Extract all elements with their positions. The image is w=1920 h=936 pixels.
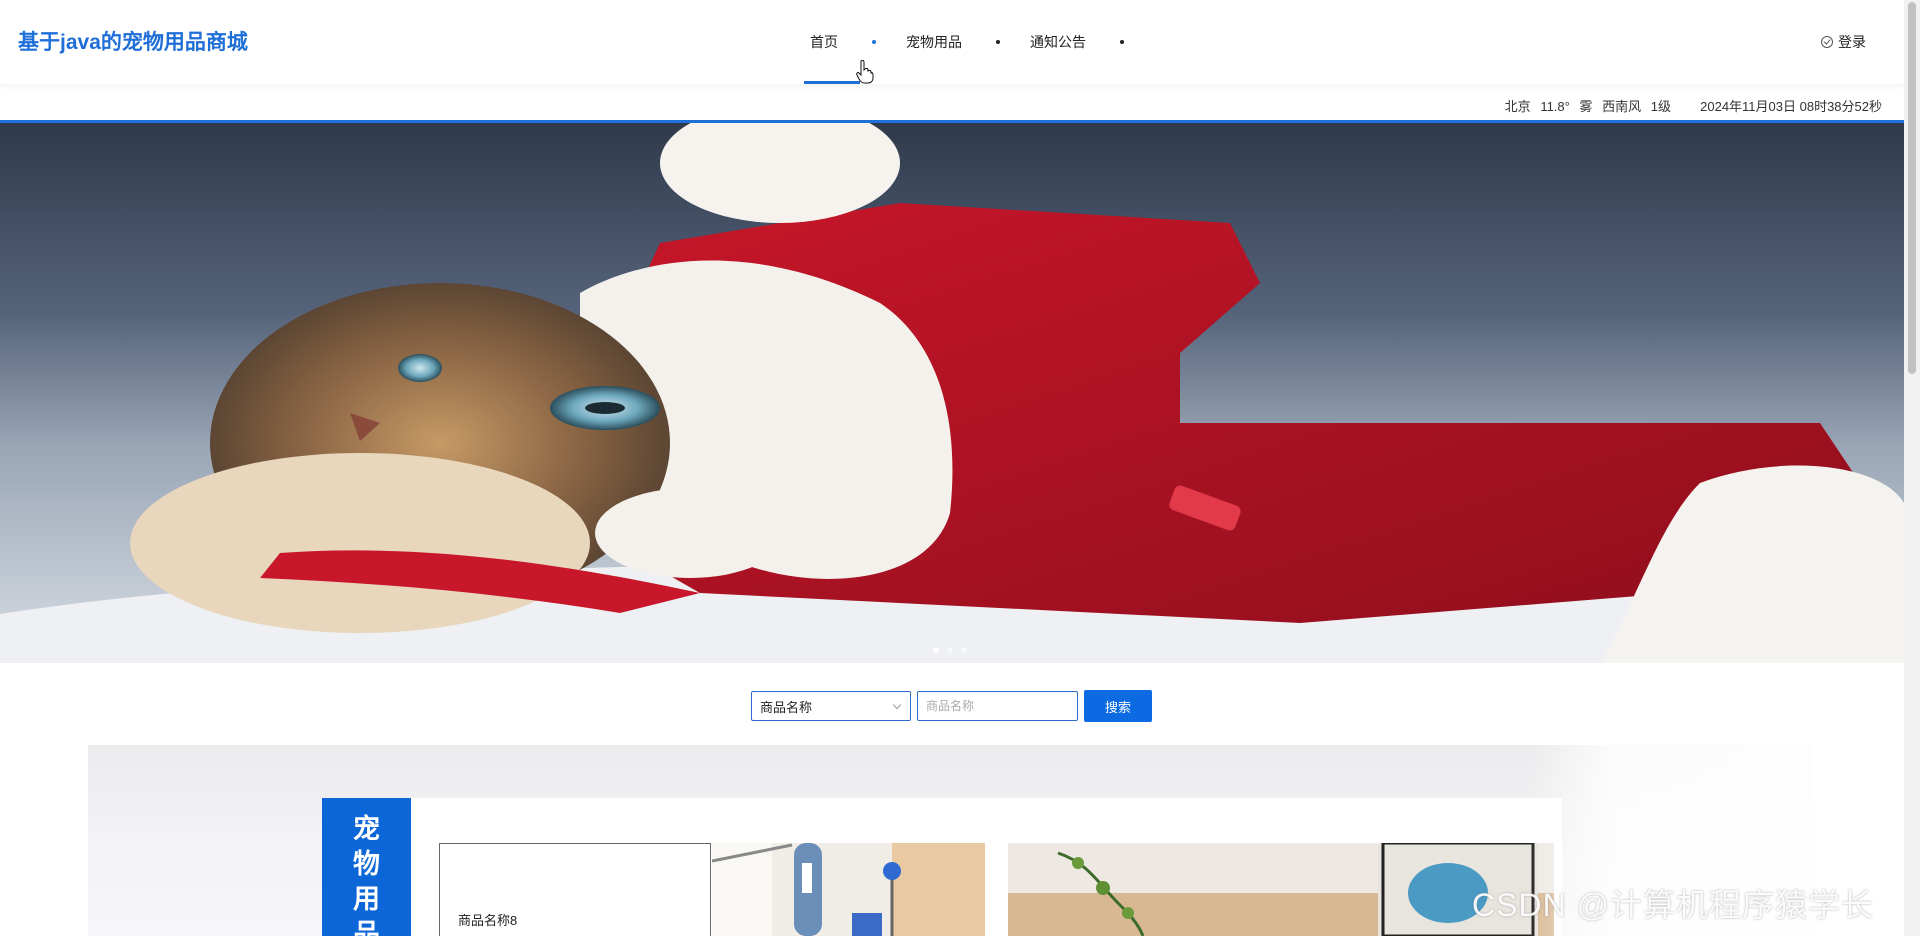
nav-item-pet-supplies[interactable]: 宠物用品: [896, 0, 972, 84]
weather-condition: 雾: [1579, 99, 1593, 114]
login-label: 登录: [1838, 34, 1866, 50]
scrollbar-thumb[interactable]: [1908, 2, 1916, 374]
chevron-down-icon: [892, 700, 902, 710]
weather-widget: 北京 11.8° 雾 西南风 1级: [1499, 96, 1671, 115]
search-button[interactable]: 搜索: [1084, 690, 1152, 722]
product-photo: [712, 843, 985, 936]
main-nav: 首页 宠物用品 通知公告: [800, 0, 1144, 84]
nav-item-notices[interactable]: 通知公告: [1020, 0, 1096, 84]
nav-separator-dot: [996, 40, 1000, 44]
nav-item-label: 首页: [810, 34, 838, 50]
page: 基于java的宠物用品商城 首页 宠物用品 通知公告 登录 北京 11.8° 雾…: [0, 0, 1920, 936]
carousel-indicators: [933, 647, 967, 653]
nav-separator-dot: [872, 40, 876, 44]
nav-item-label: 宠物用品: [906, 34, 962, 50]
product-name: 商品名称8: [458, 913, 518, 928]
carousel-dot[interactable]: [961, 647, 967, 653]
carousel-dot[interactable]: [933, 647, 939, 653]
hand-pointer-icon: [856, 60, 874, 84]
banner-image: [0, 123, 1904, 663]
category-title: 宠 物 用 品: [322, 798, 411, 936]
weather-wind: 西南风: [1602, 99, 1642, 114]
search-field-select[interactable]: 商品名称: [751, 691, 911, 721]
top-header: 基于java的宠物用品商城 首页 宠物用品 通知公告 登录: [0, 0, 1904, 84]
category-title-char: 用: [353, 884, 380, 914]
watermark-text: CSDN @计算机程序猿学长: [1472, 887, 1875, 923]
product-image[interactable]: [712, 843, 985, 936]
search-bar: 商品名称 搜索: [751, 690, 1152, 722]
nav-separator-dot: [1120, 40, 1124, 44]
carousel-dot[interactable]: [947, 647, 953, 653]
nav-item-home[interactable]: 首页: [800, 0, 860, 84]
info-bar: 北京 11.8° 雾 西南风 1级 2024年11月03日 08时38分52秒: [0, 84, 1904, 120]
page-scrollbar[interactable]: [1904, 0, 1920, 936]
search-input[interactable]: [917, 691, 1078, 721]
nav-item-label: 通知公告: [1030, 34, 1086, 50]
banner-carousel[interactable]: [0, 123, 1904, 663]
check-circle-icon: [1821, 36, 1833, 48]
weather-city: 北京: [1504, 99, 1531, 114]
login-button[interactable]: 登录: [1821, 32, 1866, 52]
weather-temperature: 11.8°: [1540, 99, 1570, 114]
current-datetime: 2024年11月03日 08时38分52秒: [1700, 99, 1882, 114]
site-title[interactable]: 基于java的宠物用品商城: [18, 26, 248, 56]
category-title-char: 物: [353, 849, 380, 879]
category-title-char: 宠: [353, 814, 380, 844]
weather-wind-level: 1级: [1650, 99, 1671, 114]
product-card[interactable]: 商品名称8: [439, 843, 711, 936]
category-title-char: 品: [353, 919, 380, 936]
search-field-select-value: 商品名称: [760, 699, 813, 715]
